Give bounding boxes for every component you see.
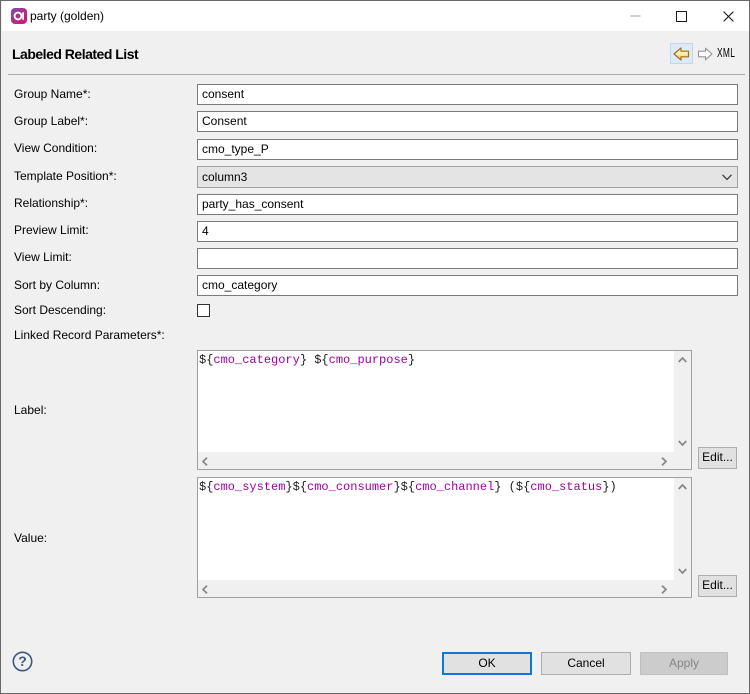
svg-text:?: ? <box>18 653 27 669</box>
